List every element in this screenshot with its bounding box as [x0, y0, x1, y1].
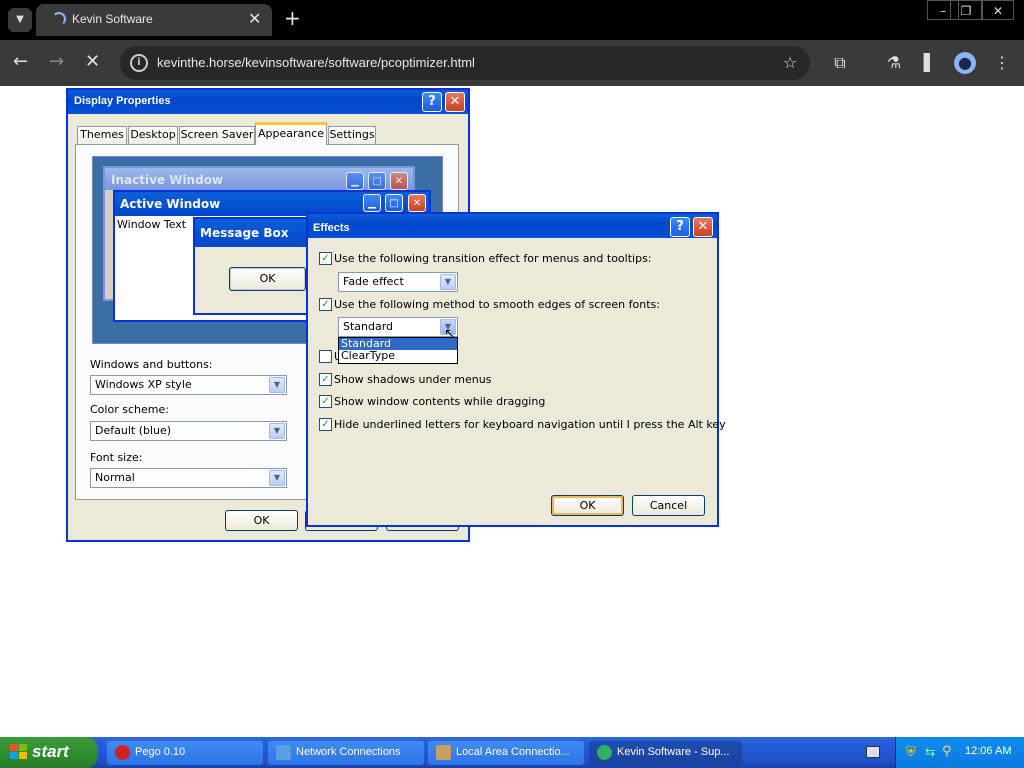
- taskbar-item-network-connections[interactable]: Network Connections: [268, 741, 424, 765]
- hide-underlines-label: Hide underlined letters for keyboard nav…: [334, 418, 726, 431]
- chevron-down-icon[interactable]: ▼: [269, 423, 285, 439]
- keyboard-icon[interactable]: [866, 746, 880, 758]
- menu-shadows-label: Show shadows under menus: [334, 373, 492, 386]
- transition-effect-value: Fade effect: [343, 275, 404, 288]
- preview-message-box: Message Box: [193, 217, 313, 315]
- kebab-menu-icon[interactable]: ⋮: [991, 52, 1013, 74]
- drag-contents-checkbox[interactable]: ✓: [319, 395, 332, 408]
- windows-buttons-select[interactable]: Windows XP style ▼: [90, 375, 287, 395]
- maximize-icon: □: [385, 194, 403, 212]
- hidden-option-checkbox[interactable]: [319, 350, 332, 363]
- task-label: Network Connections: [296, 746, 401, 758]
- font-size-label: Font size:: [90, 451, 143, 464]
- pego-icon: [115, 745, 130, 760]
- color-scheme-label: Color scheme:: [90, 403, 169, 416]
- smooth-fonts-select[interactable]: Standard ▼: [338, 317, 458, 337]
- tab-themes[interactable]: Themes: [77, 126, 127, 144]
- font-size-value: Normal: [95, 471, 135, 484]
- inactive-window-title: Inactive Window: [105, 168, 413, 190]
- tab-settings[interactable]: Settings: [328, 126, 376, 144]
- taskbar-item-kevin-software[interactable]: Kevin Software - Sup...: [589, 741, 742, 765]
- shield-icon[interactable]: ⛨: [906, 745, 916, 760]
- maximize-icon: □: [368, 172, 386, 190]
- site-info-icon[interactable]: i: [130, 54, 148, 72]
- flask-icon[interactable]: ⚗: [883, 52, 905, 74]
- smooth-fonts-dropdown-list: Standard ClearType: [338, 337, 458, 364]
- connection-icon: [436, 745, 451, 760]
- window-close-icon[interactable]: ✕: [982, 0, 1014, 20]
- display-ok-button[interactable]: OK: [225, 510, 298, 531]
- windows-buttons-label: Windows and buttons:: [90, 358, 213, 371]
- chevron-down-icon[interactable]: ▼: [269, 470, 285, 486]
- taskbar-item-pego[interactable]: Pego 0.10: [107, 741, 263, 765]
- chevron-down-icon[interactable]: ▼: [440, 274, 456, 290]
- smooth-fonts-label: Use the following method to smooth edges…: [334, 298, 660, 311]
- clock: 12:06 AM: [965, 745, 1012, 757]
- task-label: Local Area Connectio...: [456, 746, 570, 758]
- tab-desktop[interactable]: Desktop: [128, 126, 178, 144]
- tab-close-icon[interactable]: ✕: [248, 9, 261, 28]
- display-properties-title: Display Properties: [68, 90, 468, 114]
- star-icon[interactable]: ☆: [779, 52, 801, 74]
- forward-arrow-icon[interactable]: →: [49, 51, 64, 72]
- tab-appearance[interactable]: Appearance: [255, 122, 327, 145]
- dropdown-option-cleartype[interactable]: ClearType: [339, 350, 457, 362]
- task-label: Kevin Software - Sup...: [617, 746, 730, 758]
- minimize-icon: ▁: [363, 194, 381, 212]
- network-tray-icon[interactable]: ⇆: [925, 745, 935, 759]
- message-box-title: Message Box: [195, 219, 311, 247]
- transition-effect-select[interactable]: Fade effect ▼: [338, 272, 458, 292]
- drag-contents-label: Show window contents while dragging: [334, 395, 546, 408]
- mouse-cursor-icon: ↖: [444, 326, 456, 342]
- restore-icon[interactable]: ❐: [950, 0, 982, 20]
- side-panel-icon[interactable]: ▌: [919, 52, 941, 74]
- url-text[interactable]: kevinthe.horse/kevinsoftware/software/pc…: [157, 55, 475, 70]
- font-size-select[interactable]: Normal ▼: [90, 468, 287, 488]
- chevron-down-icon[interactable]: ▼: [8, 8, 32, 32]
- tab-screen-saver[interactable]: Screen Saver: [179, 126, 255, 144]
- smooth-fonts-value: Standard: [343, 320, 394, 333]
- chevron-down-icon[interactable]: ▼: [269, 377, 285, 393]
- menu-shadows-checkbox[interactable]: ✓: [319, 373, 332, 386]
- transition-effect-checkbox[interactable]: ✓: [319, 252, 332, 265]
- windows-logo-icon: [10, 744, 27, 759]
- help-icon[interactable]: ?: [422, 92, 442, 112]
- smooth-fonts-checkbox[interactable]: ✓: [319, 298, 332, 311]
- transition-effect-label: Use the following transition effect for …: [334, 252, 652, 265]
- profile-icon[interactable]: ●: [954, 52, 976, 74]
- help-icon[interactable]: ?: [670, 217, 690, 237]
- search-icon[interactable]: ⚲: [942, 744, 952, 759]
- back-arrow-icon[interactable]: ←: [13, 51, 28, 72]
- tab-title: Kevin Software: [72, 12, 153, 26]
- effects-cancel-button[interactable]: Cancel: [632, 495, 705, 516]
- window-text: Window Text: [117, 218, 187, 231]
- taskbar-item-local-area-connection[interactable]: Local Area Connectio...: [428, 741, 584, 765]
- color-scheme-select[interactable]: Default (blue) ▼: [90, 421, 287, 441]
- start-label: start: [32, 742, 69, 761]
- close-icon: ✕: [408, 194, 426, 212]
- close-icon[interactable]: ✕: [445, 92, 465, 112]
- effects-ok-button[interactable]: OK: [551, 495, 624, 516]
- network-icon: [276, 745, 291, 760]
- task-label: Pego 0.10: [135, 746, 186, 758]
- effects-title: Effects: [308, 214, 717, 238]
- minimize-icon: ▁: [346, 172, 364, 190]
- preview-ok-button: OK: [229, 267, 306, 291]
- browser-icon: [597, 745, 612, 760]
- loading-spinner-icon: [52, 12, 66, 26]
- new-tab-icon[interactable]: +: [284, 6, 301, 30]
- close-icon[interactable]: ✕: [693, 217, 713, 237]
- puzzle-icon[interactable]: ⧉: [829, 52, 851, 74]
- color-scheme-value: Default (blue): [95, 424, 172, 437]
- windows-buttons-value: Windows XP style: [95, 378, 192, 391]
- close-icon: ✕: [390, 172, 408, 190]
- hide-underlines-checkbox[interactable]: ✓: [319, 418, 332, 431]
- stop-icon[interactable]: ✕: [85, 51, 100, 72]
